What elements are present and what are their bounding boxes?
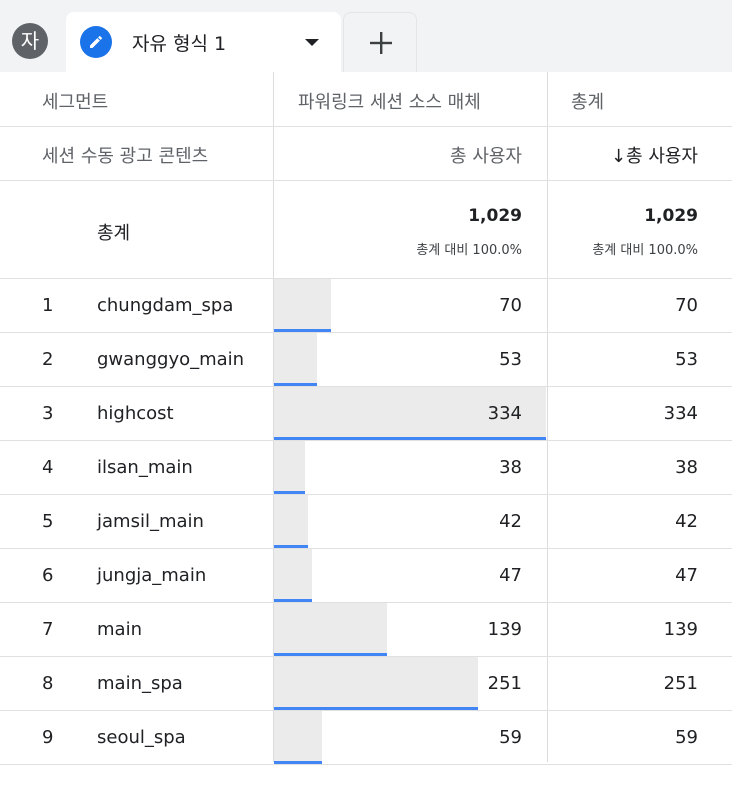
total-metric-header-sorted[interactable]: ↓총 사용자 — [611, 142, 698, 168]
totals-row: 총계 1,029 총계 대비 100.0% 1,029 총계 대비 100.0% — [0, 181, 732, 279]
row-name: seoul_spa — [97, 727, 186, 748]
total-value: 70 — [675, 295, 698, 316]
row-index: 8 — [42, 673, 54, 694]
bar-fill — [274, 279, 331, 329]
caret-down-icon[interactable] — [304, 38, 320, 48]
table-row[interactable]: 8 main_spa 251 251 — [0, 657, 732, 711]
bar-fill — [274, 333, 317, 383]
tab-strip: 자 자유 형식 1 — [0, 0, 732, 72]
total-value: 139 — [663, 619, 698, 640]
total-value: 251 — [663, 673, 698, 694]
header-row-segments: 세그먼트 파워링크 세션 소스 매체 총계 — [0, 72, 732, 127]
row-index: 1 — [42, 295, 54, 316]
segment-total-percent: 총계 대비 100.0% — [416, 243, 522, 258]
row-name: jungja_main — [97, 565, 207, 586]
bar-fill — [274, 495, 308, 545]
segment-value: 53 — [499, 349, 522, 370]
table-row[interactable]: 6 jungja_main 47 47 — [0, 549, 732, 603]
row-name: highcost — [97, 403, 174, 424]
tab-label: 자유 형식 1 — [132, 33, 227, 55]
bar-fill — [274, 549, 312, 599]
bar-fill — [274, 657, 478, 707]
tab-free-form-1[interactable]: 자유 형식 1 — [66, 12, 341, 72]
row-name: jamsil_main — [97, 511, 204, 532]
row-name: ilsan_main — [97, 457, 193, 478]
segment-value: 59 — [499, 727, 522, 748]
total-value: 334 — [663, 403, 698, 424]
bar-indicator — [274, 761, 322, 764]
row-index: 6 — [42, 565, 54, 586]
total-value: 59 — [675, 727, 698, 748]
table-row[interactable]: 2 gwanggyo_main 53 53 — [0, 333, 732, 387]
bar-fill — [274, 441, 305, 491]
segment-value: 42 — [499, 511, 522, 532]
row-name: chungdam_spa — [97, 295, 234, 316]
bar-fill — [274, 603, 387, 653]
row-name: main_spa — [97, 673, 183, 694]
bar-indicator — [274, 329, 331, 332]
pencil-icon[interactable] — [80, 26, 112, 58]
add-tab-button[interactable] — [343, 12, 417, 72]
segment-column-header[interactable]: 파워링크 세션 소스 매체 — [298, 88, 481, 114]
grand-total-value: 1,029 — [644, 206, 698, 226]
row-index: 4 — [42, 457, 54, 478]
bar-indicator — [274, 437, 546, 440]
bar-fill — [274, 711, 322, 761]
dimension-header[interactable]: 세그먼트 — [42, 88, 108, 114]
row-dimension-header[interactable]: 세션 수동 광고 콘텐츠 — [42, 142, 208, 168]
row-name: main — [97, 619, 142, 640]
total-column-header[interactable]: 총계 — [571, 88, 604, 114]
segment-value: 139 — [487, 619, 522, 640]
bar-indicator — [274, 383, 317, 386]
segment-metric-header[interactable]: 총 사용자 — [450, 142, 522, 168]
segment-total-value: 1,029 — [468, 206, 522, 226]
table-row[interactable]: 9 seoul_spa 59 59 — [0, 711, 732, 765]
header-row-metrics: 세션 수동 광고 콘텐츠 총 사용자 ↓총 사용자 — [0, 127, 732, 181]
table-row[interactable]: 3 highcost 334 334 — [0, 387, 732, 441]
segment-value: 47 — [499, 565, 522, 586]
segment-value: 38 — [499, 457, 522, 478]
table-row[interactable]: 1 chungdam_spa 70 70 — [0, 279, 732, 333]
segment-value: 334 — [487, 403, 522, 424]
totals-label: 총계 — [97, 223, 131, 244]
table-row[interactable]: 5 jamsil_main 42 42 — [0, 495, 732, 549]
row-name: gwanggyo_main — [97, 349, 245, 370]
table-row[interactable]: 7 main 139 139 — [0, 603, 732, 657]
row-index: 5 — [42, 511, 54, 532]
bar-indicator — [274, 545, 308, 548]
bar-indicator — [274, 653, 387, 656]
avatar[interactable]: 자 — [12, 23, 48, 59]
row-index: 2 — [42, 349, 54, 370]
table-row[interactable]: 4 ilsan_main 38 38 — [0, 441, 732, 495]
row-index: 3 — [42, 403, 54, 424]
total-value: 38 — [675, 457, 698, 478]
plus-icon — [370, 32, 392, 54]
segment-value: 251 — [487, 673, 522, 694]
total-value: 42 — [675, 511, 698, 532]
segment-value: 70 — [499, 295, 522, 316]
total-value: 47 — [675, 565, 698, 586]
bar-indicator — [274, 707, 478, 710]
bar-indicator — [274, 491, 305, 494]
row-index: 9 — [42, 727, 54, 748]
bar-indicator — [274, 599, 312, 602]
row-index: 7 — [42, 619, 54, 640]
grand-total-percent: 총계 대비 100.0% — [592, 243, 698, 258]
total-value: 53 — [675, 349, 698, 370]
